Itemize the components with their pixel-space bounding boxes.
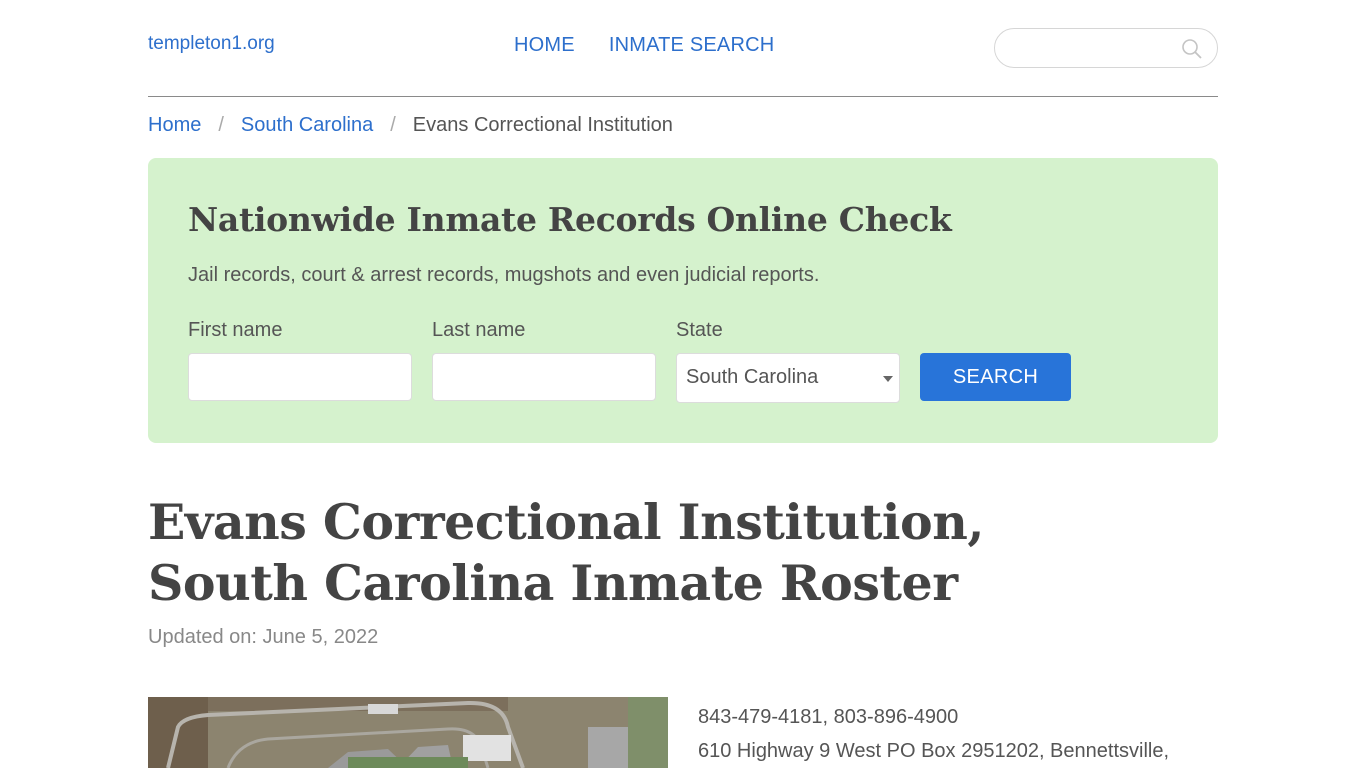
breadcrumb-state[interactable]: South Carolina — [241, 114, 373, 137]
updated-date: Updated on: June 5, 2022 — [148, 626, 379, 648]
facility-address: 610 Highway 9 West PO Box 2951202, Benne… — [698, 740, 1170, 762]
site-logo[interactable]: templeton1.org — [148, 33, 275, 55]
breadcrumb-current: Evans Correctional Institution — [412, 114, 673, 136]
search-button[interactable]: SEARCH — [920, 353, 1071, 401]
nav-inmate-search[interactable]: INMATE SEARCH — [609, 34, 775, 57]
breadcrumb-home[interactable]: Home — [148, 114, 201, 137]
breadcrumb: Home / South Carolina / Evans Correction… — [148, 114, 673, 137]
inmate-search-panel: Nationwide Inmate Records Online Check J… — [148, 158, 1218, 443]
main-nav: HOME INMATE SEARCH — [514, 34, 774, 57]
search-icon[interactable] — [1181, 38, 1203, 60]
breadcrumb-separator: / — [218, 114, 224, 136]
last-name-field — [432, 353, 656, 401]
facility-phones: 843-479-4181, 803-896-4900 — [698, 706, 959, 728]
panel-subtitle: Jail records, court & arrest records, mu… — [188, 264, 820, 286]
page-title: Evans Correctional Institution, South Ca… — [148, 493, 984, 612]
first-name-input[interactable] — [189, 354, 411, 400]
state-label: State — [676, 319, 723, 341]
panel-title: Nationwide Inmate Records Online Check — [188, 200, 952, 239]
facility-photo — [148, 697, 668, 768]
breadcrumb-separator: / — [390, 114, 396, 136]
caret-down-icon — [883, 376, 893, 382]
nav-home[interactable]: HOME — [514, 34, 575, 57]
last-name-label: Last name — [432, 319, 526, 341]
aerial-image — [148, 697, 668, 768]
header-search — [994, 28, 1218, 68]
last-name-input[interactable] — [433, 354, 655, 400]
site-header: templeton1.org HOME INMATE SEARCH — [148, 0, 1218, 97]
state-select[interactable]: South Carolina — [676, 353, 900, 403]
first-name-label: First name — [188, 319, 283, 341]
first-name-field — [188, 353, 412, 401]
state-select-value: South Carolina — [686, 366, 819, 388]
header-search-input[interactable] — [1009, 29, 1179, 67]
facility-contact: 843-479-4181, 803-896-4900 610 Highway 9… — [698, 700, 1169, 768]
